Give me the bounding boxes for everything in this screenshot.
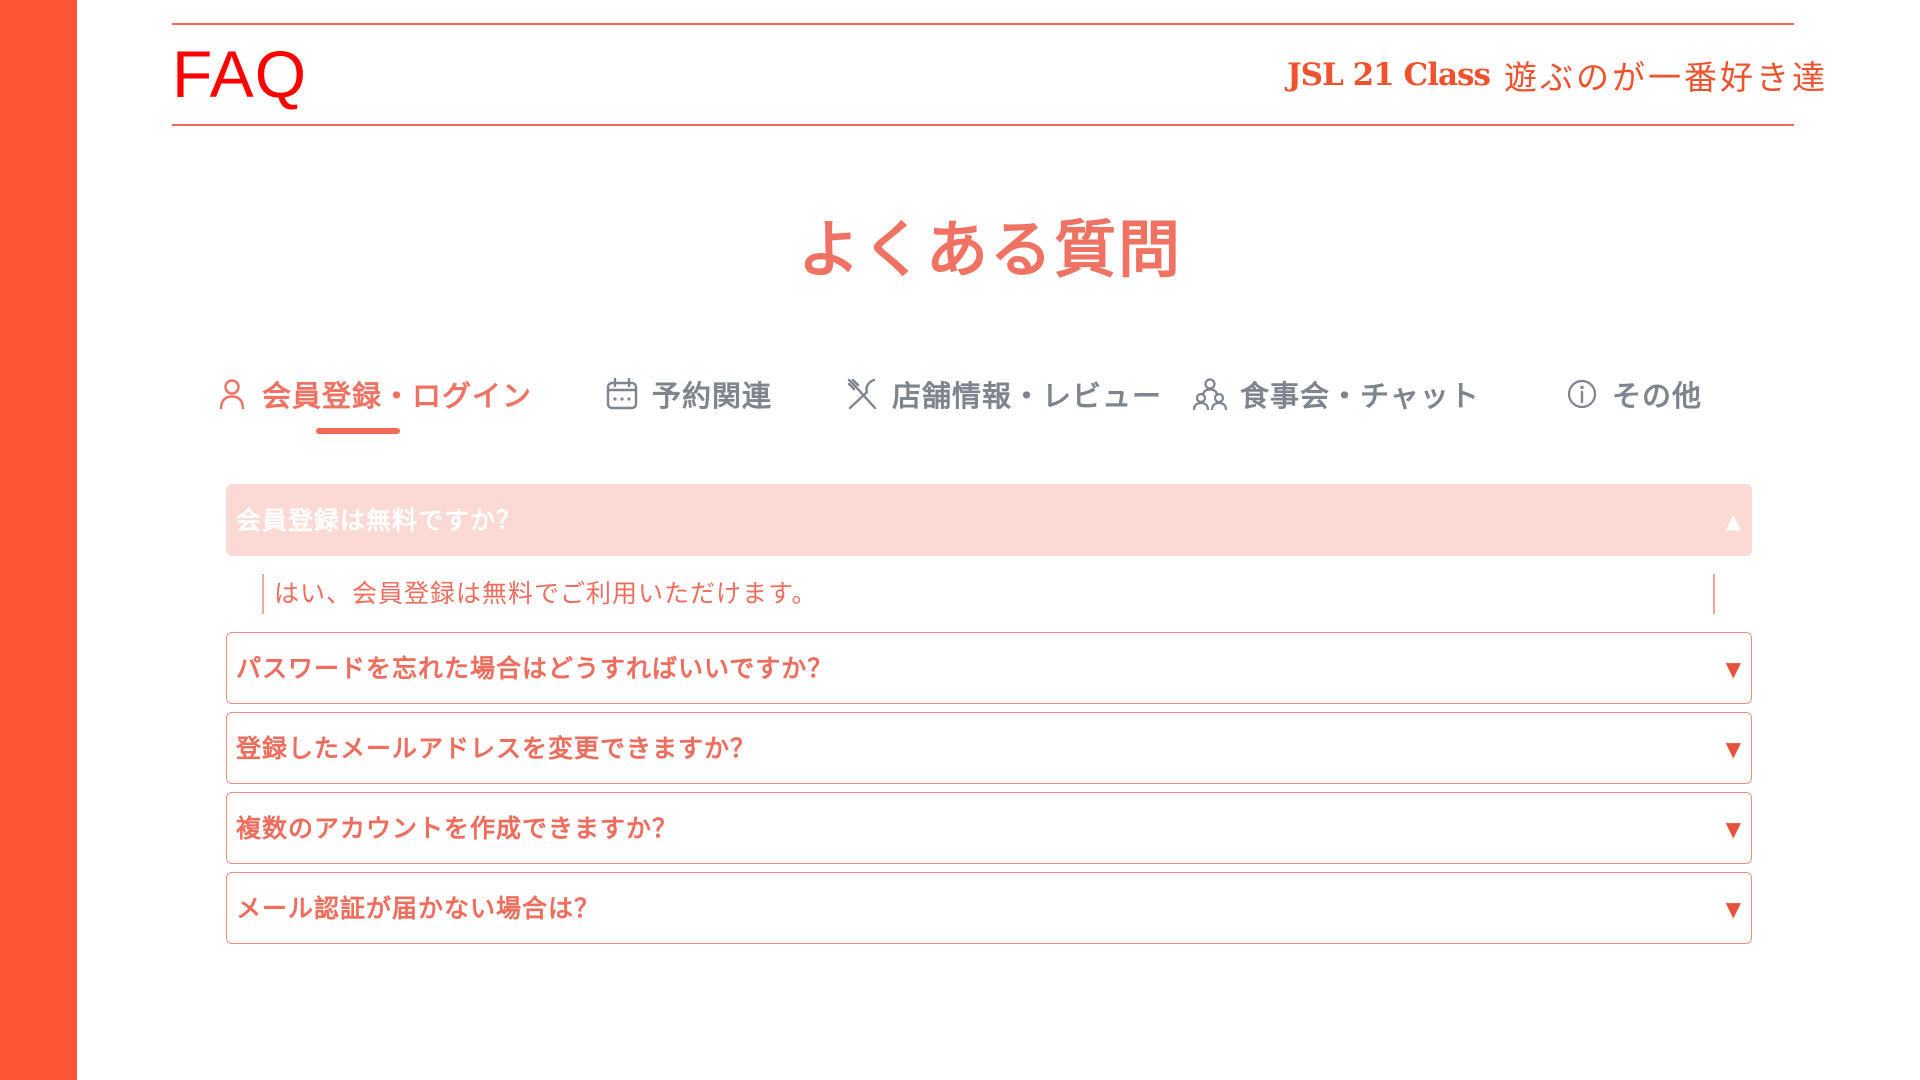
faq-item-email-verification[interactable]: メール認証が届かない場合は？ ▼ xyxy=(226,872,1752,944)
accent-side-bar xyxy=(0,0,77,1080)
tab-label: 予約関連 xyxy=(652,379,773,413)
faq-category-tabs: 会員登録・ログイン 予約関連 店舗情報・レビュー 食事会・チャット その他 xyxy=(214,366,1714,436)
chevron-up-icon: ▲ xyxy=(1725,509,1741,533)
faq-question: 複数のアカウントを作成できますか？ xyxy=(236,814,679,843)
tab-store-reviews[interactable]: 店舗情報・レビュー xyxy=(844,366,1162,422)
slide-title: FAQ xyxy=(172,37,308,111)
chevron-down-icon: ▼ xyxy=(1725,897,1741,921)
brand-name: JSL 21 Class xyxy=(1286,57,1491,93)
user-icon xyxy=(219,379,245,410)
brand-block: JSL 21 Class 遊ぶのが一番好き達 xyxy=(1287,50,1828,100)
tab-label: 食事会・チャット xyxy=(1240,379,1480,413)
faq-answer-text: はい、会員登録は無料でご利用いただけます。 xyxy=(274,579,818,608)
header-bottom-rule xyxy=(172,124,1794,126)
calendar-icon xyxy=(606,377,638,410)
answer-right-border xyxy=(1713,574,1715,614)
tab-reservation[interactable]: 予約関連 xyxy=(604,366,772,422)
faq-question: 会員登録は無料ですか？ xyxy=(236,506,523,535)
tab-label: 会員登録・ログイン xyxy=(262,379,533,413)
tab-account-login[interactable]: 会員登録・ログイン xyxy=(214,366,532,422)
info-icon xyxy=(1567,379,1597,409)
faq-question: 登録したメールアドレスを変更できますか？ xyxy=(236,734,757,763)
brand-tagline: 遊ぶのが一番好き達 xyxy=(1504,58,1828,97)
answer-left-border xyxy=(262,574,264,614)
faq-heading: よくある質問 xyxy=(797,213,1182,286)
faq-item-free-registration[interactable]: 会員登録は無料ですか？ ▲ xyxy=(226,484,1752,556)
tab-dinner-chat[interactable]: 食事会・チャット xyxy=(1192,366,1480,422)
header-top-rule xyxy=(172,23,1794,25)
faq-item-forgot-password[interactable]: パスワードを忘れた場合はどうすればいいですか？ ▼ xyxy=(226,632,1752,704)
utensils-icon xyxy=(847,378,877,410)
chevron-down-icon: ▼ xyxy=(1725,817,1741,841)
faq-item-multiple-accounts[interactable]: 複数のアカウントを作成できますか？ ▼ xyxy=(226,792,1752,864)
faq-question: メール認証が届かない場合は？ xyxy=(236,894,601,923)
tab-label: 店舗情報・レビュー xyxy=(892,379,1163,413)
active-tab-indicator xyxy=(316,428,400,434)
group-icon xyxy=(1192,378,1228,411)
faq-accordion: 会員登録は無料ですか？ ▲ はい、会員登録は無料でご利用いただけます。 パスワー… xyxy=(226,484,1752,952)
chevron-down-icon: ▼ xyxy=(1725,657,1741,681)
tab-label: その他 xyxy=(1612,379,1703,413)
faq-item-change-email[interactable]: 登録したメールアドレスを変更できますか？ ▼ xyxy=(226,712,1752,784)
chevron-down-icon: ▼ xyxy=(1725,737,1741,761)
tab-other[interactable]: その他 xyxy=(1564,366,1702,422)
faq-question: パスワードを忘れた場合はどうすればいいですか？ xyxy=(236,654,834,683)
faq-answer-panel: はい、会員登録は無料でご利用いただけます。 xyxy=(226,556,1752,632)
